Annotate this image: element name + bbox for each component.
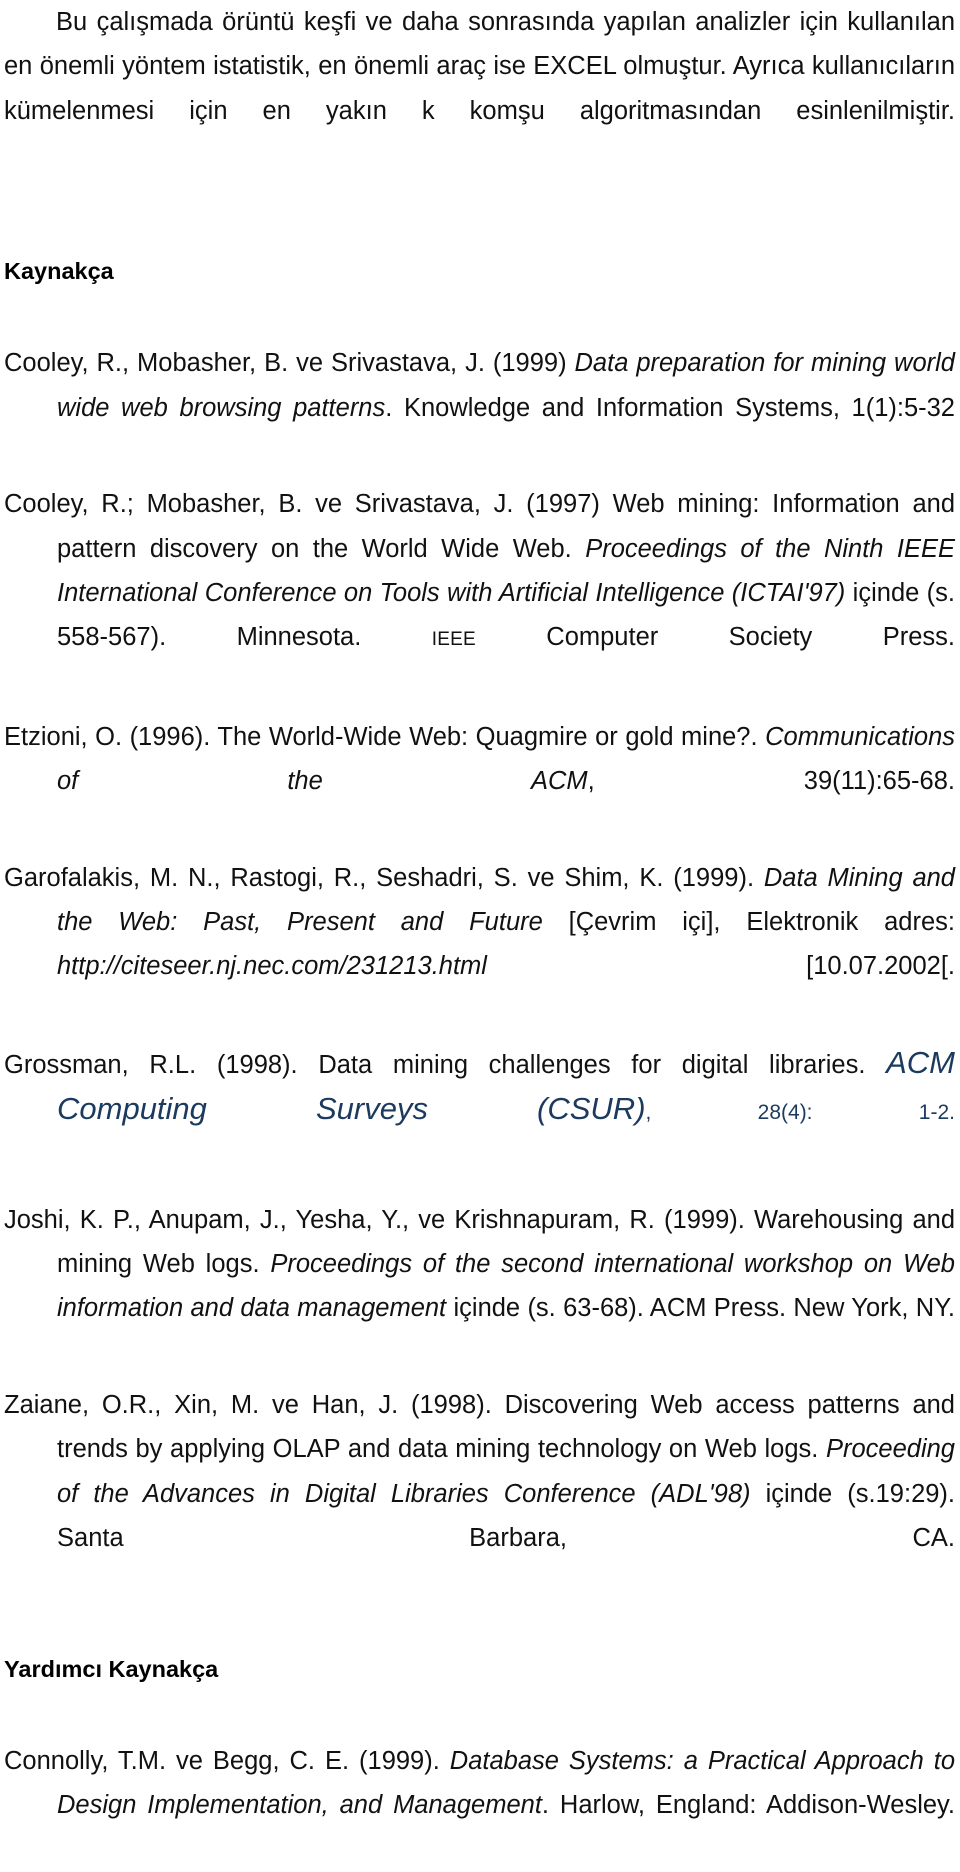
reference-source: . Knowledge and Information Systems, 1(1… [385, 393, 955, 422]
reference-authors: Zaiane, O.R., Xin, M. ve Han, J. (1998).… [4, 1391, 955, 1464]
reference-publisher-acronym: IEEE [431, 629, 476, 651]
reference-access-date: [10.07.2002[. [486, 952, 955, 981]
reference-cooley-1999: Cooley, R., Mobasher, B. ve Srivastava, … [4, 341, 955, 474]
reference-source: , 39(11):65-68. [587, 767, 955, 796]
reference-joshi-1999: Joshi, K. P., Anupam, J., Yesha, Y., ve … [4, 1198, 955, 1375]
reference-zaiane-1998: Zaiane, O.R., Xin, M. ve Han, J. (1998).… [4, 1383, 955, 1604]
reference-publisher: . Harlow, England: Addison-Wesley. [541, 1791, 955, 1820]
reference-authors: Etzioni, O. (1996). The World-Wide Web: … [4, 722, 766, 751]
intro-paragraph: Bu çalışmada örüntü keşfi ve daha sonras… [4, 0, 955, 177]
reference-publisher: içinde (s. 63-68). ACM Press. New York, … [446, 1294, 955, 1323]
reference-publisher: Computer Society Press. [475, 623, 955, 652]
intro-paragraph-text: Bu çalışmada örüntü keşfi ve daha sonras… [4, 8, 955, 125]
reference-authors: Connolly, T.M. ve Begg, C. E. (1999). [4, 1746, 450, 1775]
reference-url[interactable]: http://citeseer.nj.nec.com/231213.html [57, 952, 487, 980]
bibliography-heading: Kaynakça [4, 258, 114, 285]
reference-authors: Garofalakis, M. N., Rastogi, R., Seshadr… [4, 863, 764, 892]
reference-connolly-1999: Connolly, T.M. ve Begg, C. E. (1999). Da… [4, 1739, 955, 1872]
reference-garofalakis-1999: Garofalakis, M. N., Rastogi, R., Seshadr… [4, 856, 955, 1033]
reference-volume-accent: , 28(4): 1-2. [645, 1101, 955, 1125]
reference-authors: Grossman, R.L. (1998). Data mining chall… [4, 1050, 887, 1079]
reference-authors: Cooley, R., Mobasher, B. ve Srivastava, … [4, 349, 575, 378]
secondary-bibliography-heading: Yardımcı Kaynakça [4, 1655, 219, 1682]
reference-etzioni-1996: Etzioni, O. (1996). The World-Wide Web: … [4, 715, 955, 848]
document-page: Bu çalışmada örüntü keşfi ve daha sonras… [0, 0, 960, 1819]
reference-medium: [Çevrim içi], Elektronik adres: [542, 908, 955, 937]
reference-cooley-1997: Cooley, R.; Mobasher, B. ve Srivastava, … [4, 482, 955, 706]
reference-grossman-1998: Grossman, R.L. (1998). Data mining chall… [4, 1041, 955, 1180]
